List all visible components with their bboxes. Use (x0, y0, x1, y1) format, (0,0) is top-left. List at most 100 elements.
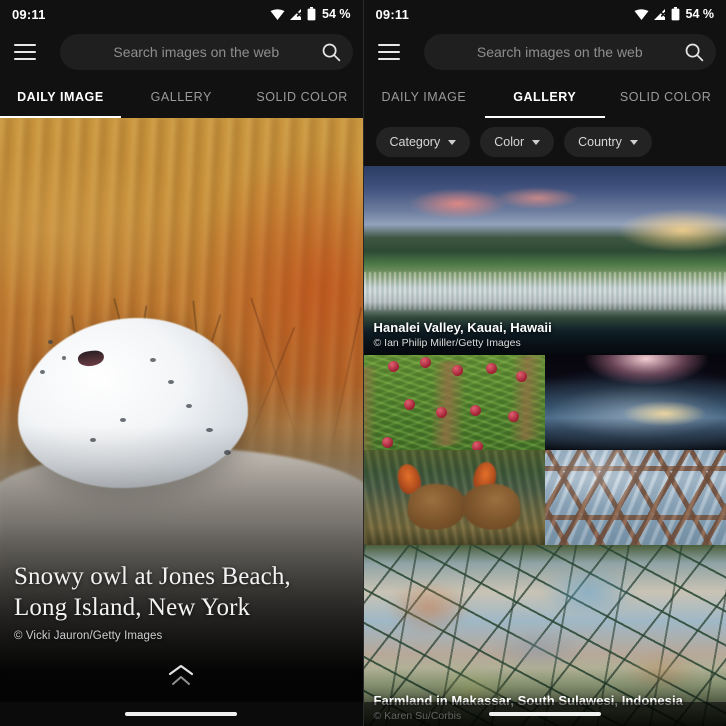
gallery-item-hanalei-valley[interactable]: Hanalei Valley, Kauai, Hawaii © Ian Phil… (363, 166, 726, 355)
gallery-item-photo (545, 450, 726, 545)
owl-marking (62, 356, 66, 360)
gallery-item-nyala-antelope[interactable] (363, 450, 546, 545)
hamburger-menu-icon[interactable] (14, 39, 40, 65)
gallery-item-makassar-farmland[interactable]: Farmland in Makassar, South Sulawesi, In… (363, 545, 726, 726)
left-phone-screen: 09:11 54 % Search images on the web DAIL… (0, 0, 363, 726)
photo-detail (507, 411, 519, 422)
grass-blade (192, 300, 210, 447)
grass-blade (113, 298, 152, 445)
wifi-icon (270, 8, 285, 20)
nav-bar-left (0, 702, 363, 726)
grass-blade (178, 314, 222, 445)
owl-marking (90, 438, 96, 442)
search-row-right: Search images on the web (363, 28, 726, 76)
tab-bar-right: DAILY IMAGE GALLERY SOLID COLOR (363, 76, 726, 118)
search-icon[interactable] (684, 42, 704, 62)
search-icon[interactable] (321, 42, 341, 62)
gallery-item-earth-from-space[interactable] (545, 355, 726, 450)
chevron-down-icon (629, 139, 638, 145)
tab-gallery-label: GALLERY (513, 90, 577, 104)
gallery-row: Hanalei Valley, Kauai, Hawaii © Ian Phil… (363, 166, 726, 355)
photo-detail (515, 371, 527, 382)
right-phone-screen: 09:11 54 % Search images on the web DAIL… (362, 0, 726, 726)
filter-chip-country[interactable]: Country (564, 127, 652, 157)
home-gesture-pill[interactable] (488, 712, 601, 716)
photo-detail (471, 441, 483, 450)
filter-chip-category-label: Category (389, 135, 441, 149)
tab-daily-image[interactable]: DAILY IMAGE (0, 76, 121, 118)
dual-screenshot-pair: 09:11 54 % Search images on the web DAIL… (0, 0, 726, 726)
gallery-item-title: Hanalei Valley, Kauai, Hawaii (373, 320, 552, 335)
gallery-item-credit: © Ian Philip Miller/Getty Images (373, 337, 521, 349)
tab-solid-color[interactable]: SOLID COLOR (605, 76, 726, 118)
photo-detail (485, 363, 497, 374)
tab-daily-image-label: DAILY IMAGE (381, 90, 467, 104)
owl-beak-shape (77, 349, 105, 368)
search-input[interactable]: Search images on the web (60, 34, 353, 70)
owl-marking (150, 358, 156, 362)
tab-bar-left: DAILY IMAGE GALLERY SOLID COLOR (0, 76, 363, 118)
wifi-icon (634, 8, 648, 20)
gallery-grid[interactable]: Hanalei Valley, Kauai, Hawaii © Ian Phil… (363, 166, 726, 726)
daily-image-stage[interactable]: Snowy owl at Jones Beach, Long Island, N… (0, 118, 363, 726)
tab-gallery[interactable]: GALLERY (121, 76, 242, 118)
owl-marking (40, 370, 45, 374)
filter-chip-row: Category Color Country (363, 118, 726, 166)
photo-detail (435, 407, 447, 418)
filter-chip-color-label: Color (494, 135, 525, 149)
tab-gallery[interactable]: GALLERY (484, 76, 605, 118)
grass-blade (71, 315, 94, 447)
photo-detail (403, 399, 415, 410)
chevron-down-icon (448, 139, 457, 145)
filter-chip-country-label: Country (578, 135, 622, 149)
status-time: 09:11 (375, 6, 410, 22)
daily-image-title: Snowy owl at Jones Beach, Long Island, N… (14, 563, 291, 621)
owl-marking (186, 404, 192, 408)
grass-blade (250, 297, 302, 451)
photo-detail (381, 437, 393, 448)
battery-percent: 54 % (685, 7, 715, 21)
status-indicators: 54 % (270, 7, 351, 21)
photo-detail (469, 405, 481, 416)
gallery-row: Farmland in Makassar, South Sulawesi, In… (363, 545, 726, 726)
gallery-row (363, 450, 726, 545)
owl-marking (168, 380, 174, 384)
owl-marking (224, 450, 231, 455)
status-indicators: 54 % (634, 7, 715, 21)
tab-active-underline (484, 115, 605, 118)
tab-gallery-label: GALLERY (150, 90, 212, 104)
tab-solid-color[interactable]: SOLID COLOR (242, 76, 363, 118)
daily-image-caption: Snowy owl at Jones Beach, Long Island, N… (14, 562, 349, 642)
owl-marking (120, 418, 126, 422)
grass-blade (124, 305, 148, 445)
grass-blade (60, 330, 94, 445)
battery-icon (307, 7, 316, 21)
status-bar-right: 09:11 54 % (363, 0, 726, 28)
search-placeholder: Search images on the web (113, 44, 280, 60)
gallery-item-caption: Hanalei Valley, Kauai, Hawaii © Ian Phil… (374, 320, 719, 349)
home-gesture-pill[interactable] (125, 712, 238, 716)
filter-chip-color[interactable]: Color (480, 127, 555, 157)
daily-image-credit: © Vicki Jauron/Getty Images (14, 630, 163, 642)
search-input[interactable]: Search images on the web (423, 34, 716, 70)
gallery-item-photo (545, 355, 726, 450)
cellular-no-sim-icon (290, 8, 302, 20)
status-time: 09:11 (12, 6, 46, 22)
photo-detail (451, 365, 463, 376)
grass-blade (330, 307, 363, 453)
double-chevron-up-icon[interactable] (164, 664, 198, 686)
gallery-item-larch-cones[interactable] (363, 355, 546, 450)
search-row-left: Search images on the web (0, 28, 363, 76)
cellular-no-sim-icon (653, 8, 666, 20)
filter-chip-category[interactable]: Category (375, 127, 471, 157)
snowy-owl-shape (18, 318, 248, 488)
photo-detail (387, 361, 399, 372)
hamburger-menu-icon[interactable] (377, 39, 404, 65)
tab-daily-image[interactable]: DAILY IMAGE (364, 76, 485, 118)
search-placeholder: Search images on the web (476, 44, 643, 60)
owl-marking (206, 428, 213, 432)
tab-daily-image-label: DAILY IMAGE (17, 90, 104, 104)
gallery-row (363, 355, 726, 450)
gallery-item-glass-lattice[interactable] (545, 450, 726, 545)
photo-detail (419, 357, 431, 368)
